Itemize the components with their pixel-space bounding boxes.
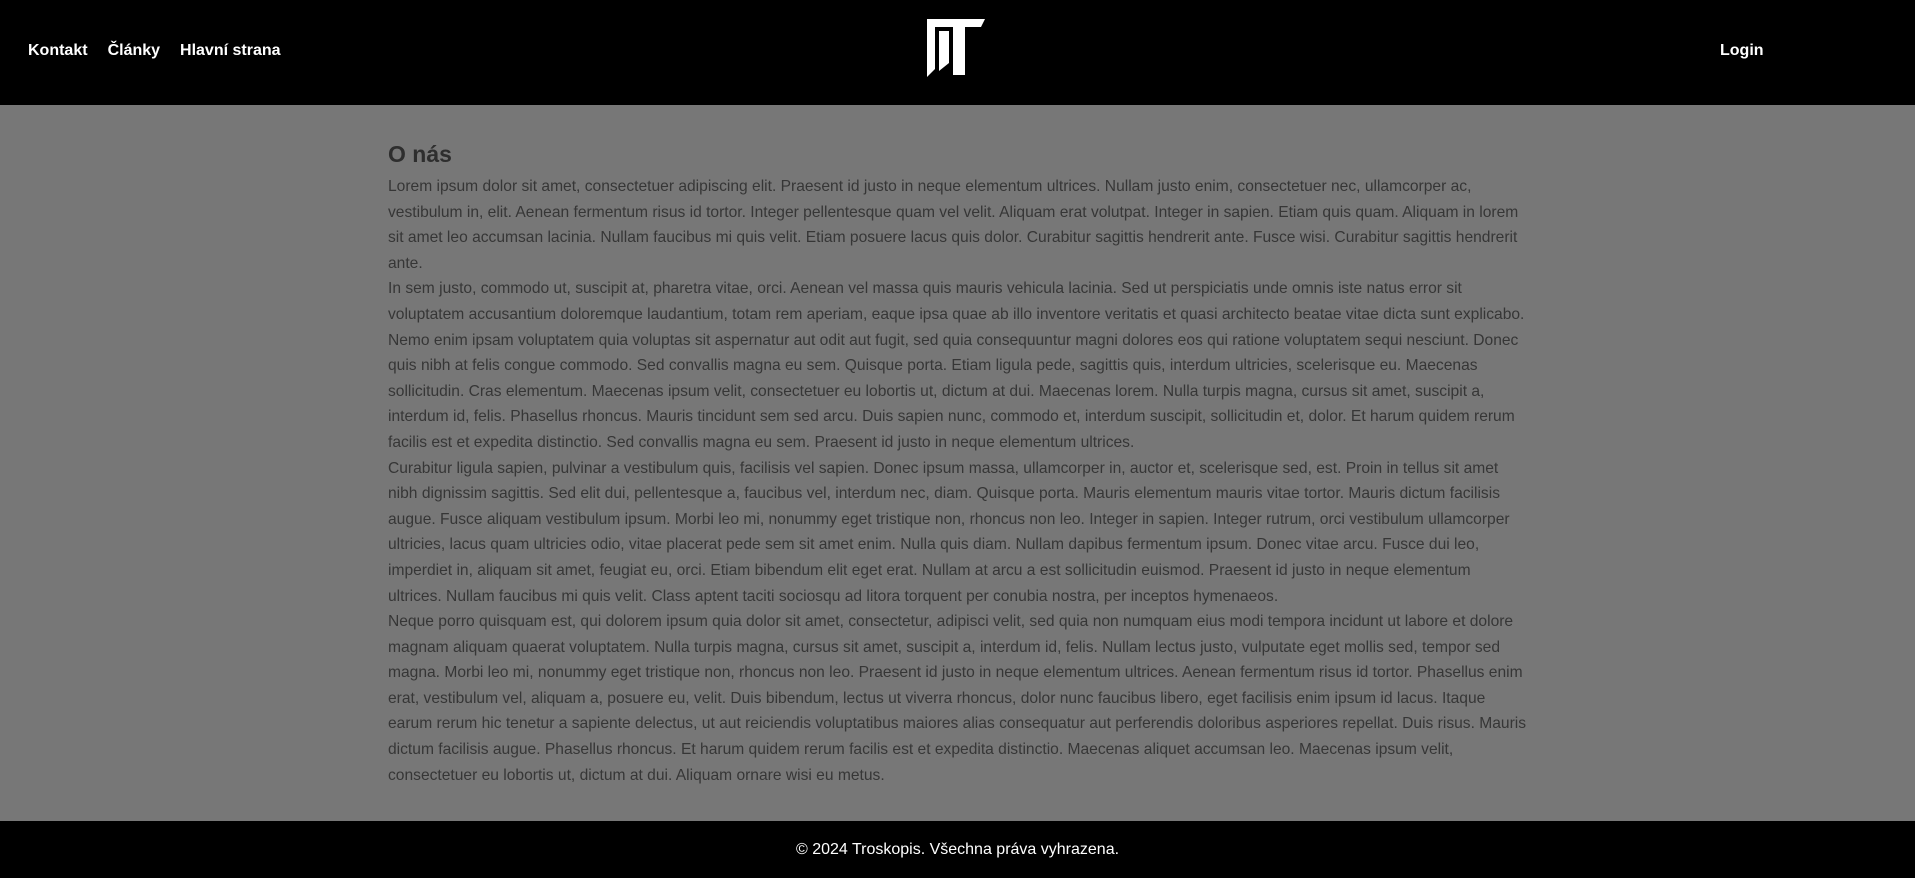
nav-link-kontakt[interactable]: Kontakt [28, 41, 88, 61]
site-footer: © 2024 Troskopis. Všechna práva vyhrazen… [0, 821, 1915, 878]
page-title: O nás [388, 141, 452, 167]
nav-link-hlavni-strana[interactable]: Hlavní strana [180, 41, 280, 61]
site-header: Kontakt Články Hlavní strana Login [0, 0, 1915, 105]
paragraph-2: In sem justo, commodo ut, suscipit at, p… [388, 280, 1525, 451]
copyright-text: © 2024 Troskopis. Všechna práva vyhrazen… [795, 840, 1120, 858]
login-link[interactable]: Login [1720, 41, 1764, 61]
nav-link-clanky[interactable]: Články [108, 41, 160, 61]
about-section: O nás Lorem ipsum dolor sit amet, consec… [388, 140, 1528, 788]
troskopis-logo-icon[interactable] [925, 17, 987, 79]
main-nav: Kontakt Články Hlavní strana [28, 41, 281, 61]
paragraph-4: Neque porro quisquam est, qui dolorem ip… [388, 613, 1527, 784]
paragraph-3: Curabitur ligula sapien, pulvinar a vest… [388, 459, 1510, 605]
paragraph-1: Lorem ipsum dolor sit amet, consectetuer… [388, 178, 1519, 272]
logo-svg [927, 19, 985, 77]
